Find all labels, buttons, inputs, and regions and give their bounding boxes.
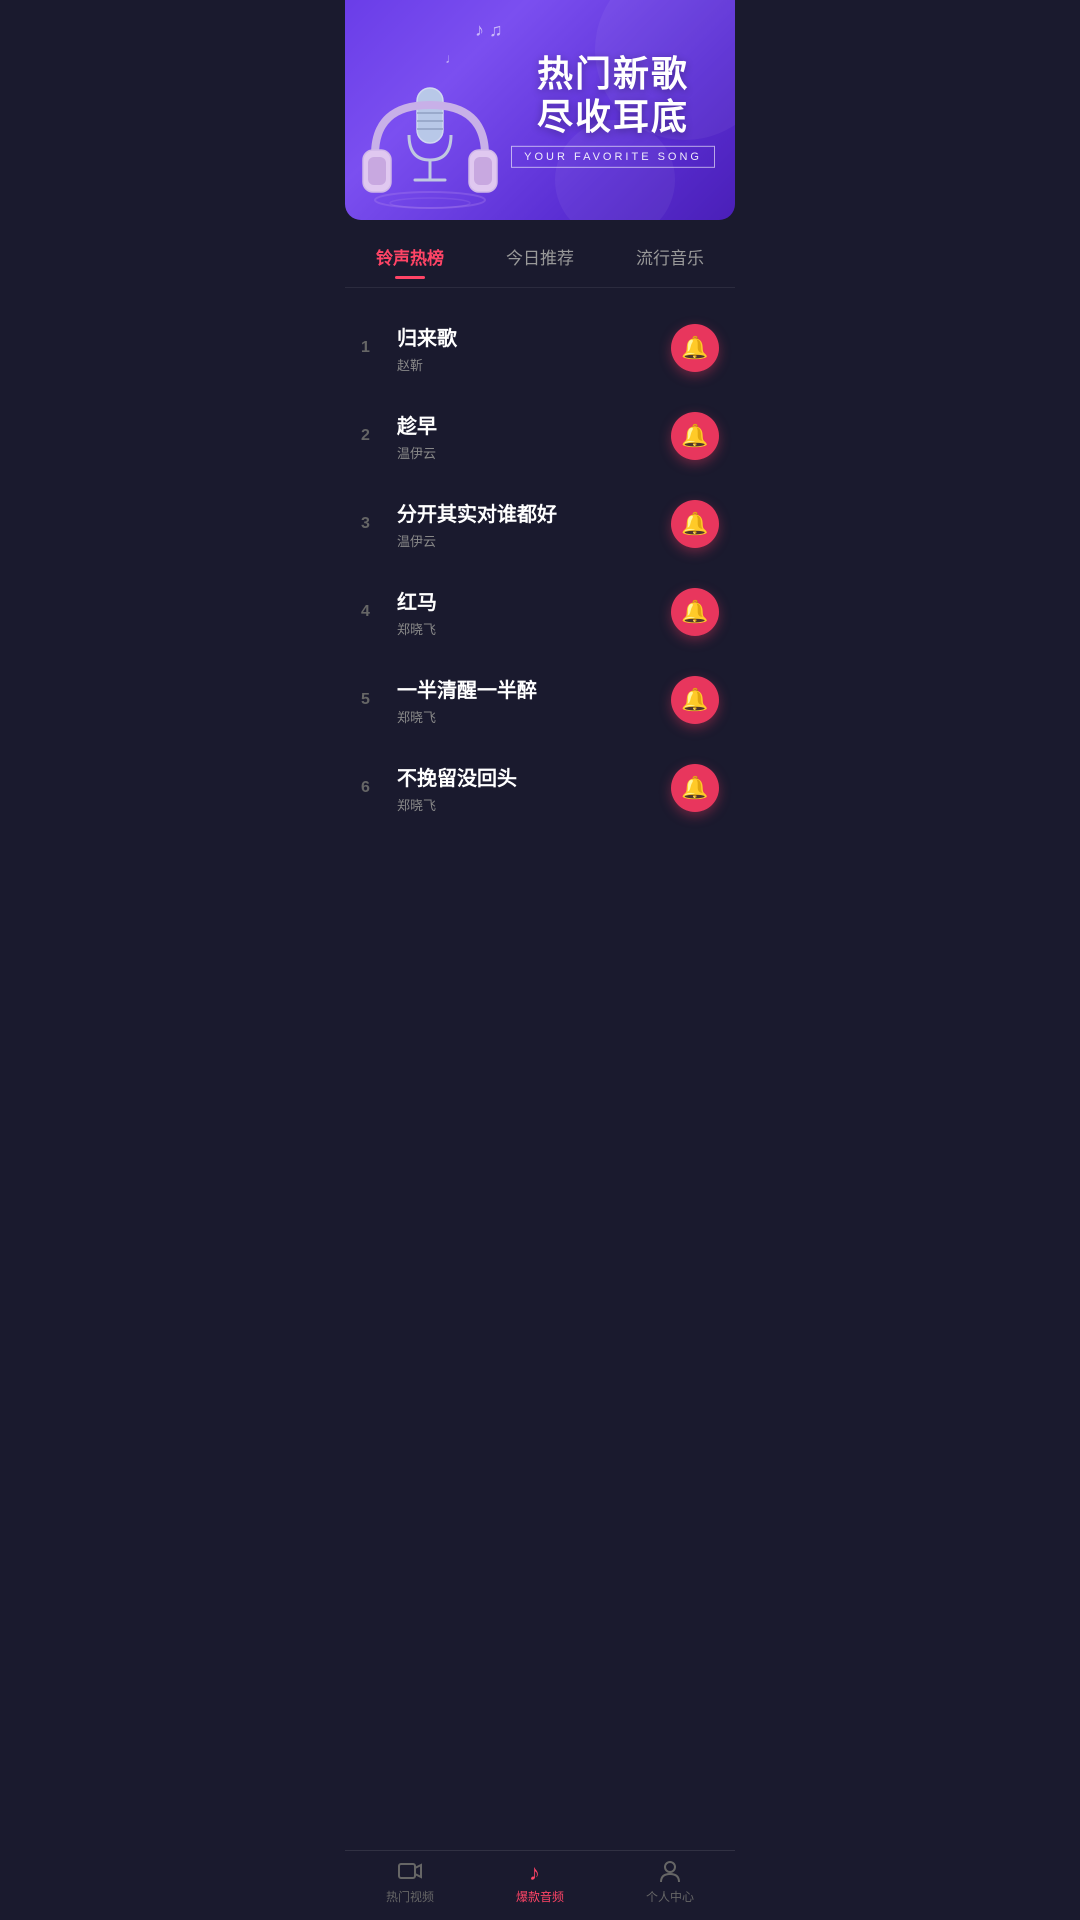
bell-icon-3: 🔔 bbox=[681, 511, 708, 537]
song-title-6: 不挽留没回头 bbox=[397, 762, 671, 791]
bell-button-6[interactable]: 🔔 bbox=[671, 764, 719, 812]
song-item-5: 5 一半清醒一半醉 郑晓飞 🔔 bbox=[345, 656, 735, 744]
banner-subtitle-en: YOUR FAVORITE SONG bbox=[511, 146, 715, 168]
banner-title-line1: 热门新歌 bbox=[511, 52, 715, 95]
bell-icon-5: 🔔 bbox=[681, 687, 708, 713]
song-title-4: 红马 bbox=[397, 586, 671, 615]
video-icon bbox=[397, 1858, 423, 1884]
bell-icon-1: 🔔 bbox=[681, 335, 708, 361]
song-title-3: 分开其实对谁都好 bbox=[397, 498, 671, 527]
headphones-icon bbox=[355, 85, 505, 215]
song-artist-4: 郑晓飞 bbox=[397, 619, 671, 638]
song-artist-6: 郑晓飞 bbox=[397, 795, 671, 814]
nav-item-profile[interactable]: 个人中心 bbox=[646, 1858, 694, 1905]
banner: ♪ ♫ ♩ bbox=[345, 0, 735, 220]
song-rank-2: 2 bbox=[361, 427, 389, 445]
song-title-2: 趁早 bbox=[397, 410, 671, 439]
nav-item-video[interactable]: 热门视频 bbox=[386, 1858, 434, 1905]
song-info-5: 一半清醒一半醉 郑晓飞 bbox=[397, 674, 671, 726]
song-info-2: 趁早 温伊云 bbox=[397, 410, 671, 462]
bell-button-4[interactable]: 🔔 bbox=[671, 588, 719, 636]
nav-label-audio: 爆款音频 bbox=[516, 1888, 564, 1905]
banner-title-line2: 尽收耳底 bbox=[511, 95, 715, 138]
safe-area-spacer bbox=[345, 848, 735, 918]
banner-text-area: 热门新歌 尽收耳底 YOUR FAVORITE SONG bbox=[511, 52, 715, 168]
audio-icon: ♪ bbox=[527, 1858, 553, 1884]
song-artist-5: 郑晓飞 bbox=[397, 707, 671, 726]
song-list: 1 归来歌 赵靳 🔔 2 趁早 温伊云 🔔 3 分开其实对谁都好 温伊云 🔔 4 bbox=[345, 288, 735, 848]
song-info-4: 红马 郑晓飞 bbox=[397, 586, 671, 638]
song-item-1: 1 归来歌 赵靳 🔔 bbox=[345, 304, 735, 392]
tab-ringtone[interactable]: 铃声热榜 bbox=[360, 240, 460, 279]
song-rank-6: 6 bbox=[361, 779, 389, 797]
song-info-3: 分开其实对谁都好 温伊云 bbox=[397, 498, 671, 550]
song-rank-3: 3 bbox=[361, 515, 389, 533]
song-item-2: 2 趁早 温伊云 🔔 bbox=[345, 392, 735, 480]
tabs-container: 铃声热榜 今日推荐 流行音乐 bbox=[345, 220, 735, 288]
tab-pop[interactable]: 流行音乐 bbox=[620, 240, 720, 279]
song-title-5: 一半清醒一半醉 bbox=[397, 674, 671, 703]
nav-item-audio[interactable]: ♪ 爆款音频 bbox=[516, 1858, 564, 1905]
song-rank-5: 5 bbox=[361, 691, 389, 709]
bottom-nav: 热门视频 ♪ 爆款音频 个人中心 bbox=[345, 1850, 735, 1920]
bell-button-1[interactable]: 🔔 bbox=[671, 324, 719, 372]
song-title-1: 归来歌 bbox=[397, 322, 671, 351]
song-artist-1: 赵靳 bbox=[397, 355, 671, 374]
song-rank-1: 1 bbox=[361, 339, 389, 357]
profile-icon bbox=[657, 1858, 683, 1884]
bell-button-2[interactable]: 🔔 bbox=[671, 412, 719, 460]
bell-icon-2: 🔔 bbox=[681, 423, 708, 449]
song-artist-2: 温伊云 bbox=[397, 443, 671, 462]
song-item-6: 6 不挽留没回头 郑晓飞 🔔 bbox=[345, 744, 735, 832]
bell-button-3[interactable]: 🔔 bbox=[671, 500, 719, 548]
song-info-1: 归来歌 赵靳 bbox=[397, 322, 671, 374]
song-item-3: 3 分开其实对谁都好 温伊云 🔔 bbox=[345, 480, 735, 568]
bell-button-5[interactable]: 🔔 bbox=[671, 676, 719, 724]
banner-illustration bbox=[355, 40, 515, 220]
tab-today[interactable]: 今日推荐 bbox=[490, 240, 590, 279]
nav-label-profile: 个人中心 bbox=[646, 1888, 694, 1905]
bell-icon-6: 🔔 bbox=[681, 775, 708, 801]
song-artist-3: 温伊云 bbox=[397, 531, 671, 550]
svg-text:♪: ♪ bbox=[529, 1860, 540, 1884]
song-item-4: 4 红马 郑晓飞 🔔 bbox=[345, 568, 735, 656]
song-rank-4: 4 bbox=[361, 603, 389, 621]
music-notes-icon: ♪ ♫ bbox=[475, 20, 503, 41]
song-info-6: 不挽留没回头 郑晓飞 bbox=[397, 762, 671, 814]
bell-icon-4: 🔔 bbox=[681, 599, 708, 625]
nav-label-video: 热门视频 bbox=[386, 1888, 434, 1905]
